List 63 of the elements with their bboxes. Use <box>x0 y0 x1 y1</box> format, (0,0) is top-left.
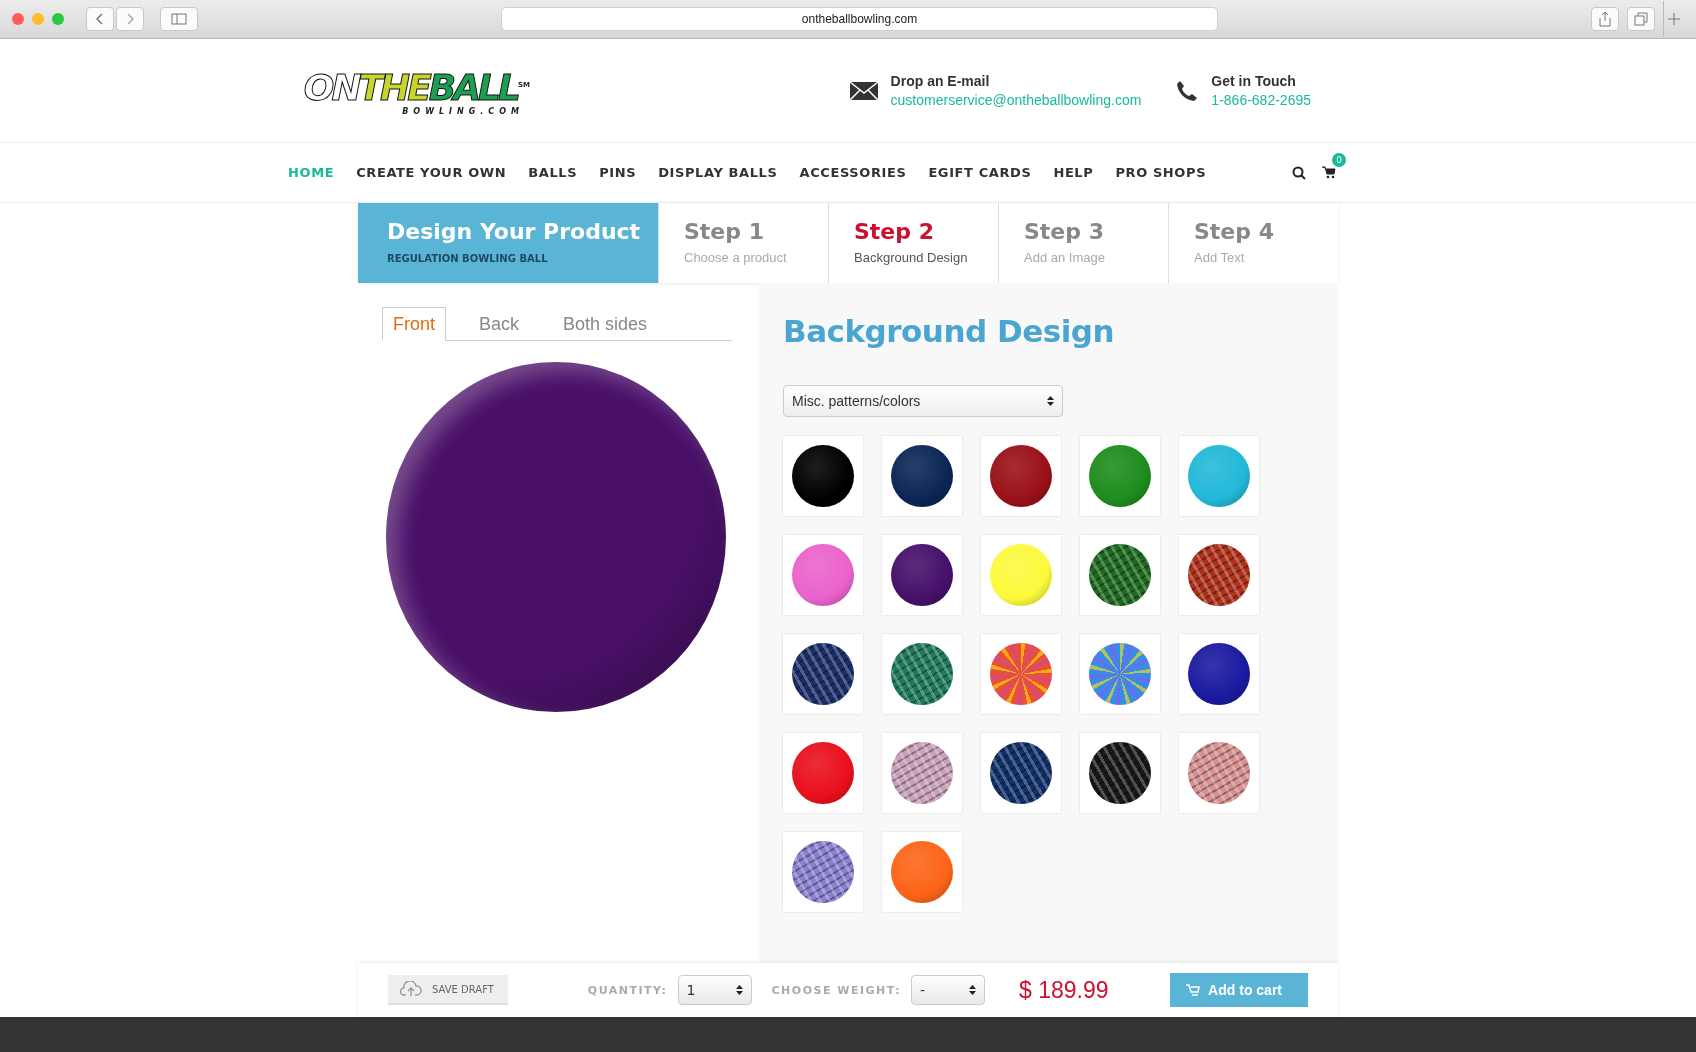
step-tab[interactable]: Step 3 Add an Image <box>998 203 1168 283</box>
step-tab[interactable]: Step 4 Add Text <box>1168 203 1338 283</box>
step-tab[interactable]: Step 2 Background Design <box>828 203 998 283</box>
weight-select[interactable]: - <box>911 975 986 1005</box>
contact-title: Drop an E-mail <box>890 73 991 89</box>
envelope-icon <box>848 80 879 101</box>
swatch-tile[interactable] <box>981 733 1061 813</box>
swatch-tile[interactable] <box>1179 634 1259 714</box>
save-draft-button[interactable]: SAVE DRAFT <box>388 975 508 1005</box>
cart-count-badge: 0 <box>1332 153 1346 167</box>
panel-title: Background Design <box>783 313 1116 349</box>
nav-link[interactable]: BALLS <box>528 165 578 180</box>
cart-icon[interactable] <box>1322 166 1336 179</box>
swatch-tile[interactable] <box>783 535 863 615</box>
swatch-tile[interactable] <box>981 634 1061 714</box>
swatch-tile[interactable] <box>981 436 1061 516</box>
weight-label: CHOOSE WEIGHT: <box>771 983 902 997</box>
swatch-tile[interactable] <box>882 733 962 813</box>
swatch-tile[interactable] <box>981 535 1061 615</box>
site-logo[interactable]: ONTHEBALL$^{SM}$ BOWLING.COM <box>278 65 530 116</box>
updown-arrows-icon <box>969 984 977 996</box>
swatch-tile[interactable] <box>783 733 863 813</box>
side-tab[interactable]: Back <box>468 307 531 341</box>
swatch-tile[interactable] <box>1179 733 1259 813</box>
cloud-upload-icon <box>400 981 422 997</box>
updown-arrows-icon <box>735 984 743 996</box>
designer-header: Design Your Product REGULATION BOWLING BALL <box>358 203 658 283</box>
price: $ 189.99 <box>1019 976 1109 1004</box>
swatch-tile[interactable] <box>882 436 962 516</box>
swatch-tile[interactable] <box>882 634 962 714</box>
quantity-select[interactable]: 1 <box>677 975 752 1005</box>
category-select[interactable]: Misc. patterns/colors <box>783 385 1063 417</box>
swatch-tile[interactable] <box>1080 436 1160 516</box>
nav-link[interactable]: EGIFT CARDS <box>928 165 1032 180</box>
swatch-tile[interactable] <box>1179 436 1259 516</box>
nav-link[interactable]: ACCESSORIES <box>799 165 907 180</box>
swatch-tile[interactable] <box>1080 535 1160 615</box>
close-dot[interactable] <box>12 13 24 25</box>
swatch-tile[interactable] <box>1080 733 1160 813</box>
nav-link[interactable]: PINS <box>599 165 637 180</box>
swatch-tile[interactable] <box>882 535 962 615</box>
swatch-tile[interactable] <box>783 634 863 714</box>
nav-link[interactable]: PRO SHOPS <box>1115 165 1207 180</box>
back-chevron-icon <box>95 13 105 25</box>
nav-link[interactable]: CREATE YOUR OWN <box>356 165 507 180</box>
side-tab[interactable]: Both sides <box>552 307 659 341</box>
updown-arrows-icon <box>1047 395 1054 407</box>
swatch-tile[interactable] <box>1080 634 1160 714</box>
contact-title: Get in Touch <box>1211 73 1297 89</box>
step-tab[interactable]: Step 1 Choose a product <box>658 203 828 283</box>
nav-link[interactable]: DISPLAY BALLS <box>658 165 778 180</box>
swatch-tile[interactable] <box>783 436 863 516</box>
nav-link[interactable]: HELP <box>1053 165 1094 180</box>
zoom-dot[interactable] <box>52 13 64 25</box>
quantity-label: QUANTITY: <box>587 983 668 997</box>
cart-icon <box>1186 984 1201 996</box>
swatch-tile[interactable] <box>882 832 962 912</box>
minimize-dot[interactable] <box>32 13 44 25</box>
forward-chevron-icon <box>125 13 135 25</box>
address-bar[interactable]: ontheballbowling.com <box>501 7 1218 31</box>
search-icon[interactable] <box>1292 165 1306 180</box>
swatch-tile[interactable] <box>783 832 863 912</box>
swatch-tile[interactable] <box>1179 535 1259 615</box>
